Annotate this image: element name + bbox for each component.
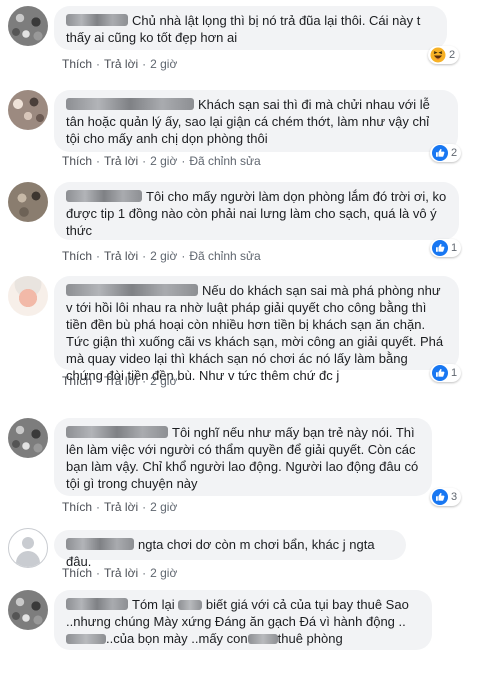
reply-link[interactable]: Trả lời <box>104 566 138 580</box>
avatar[interactable] <box>8 590 48 630</box>
comment-actions: Thích · Trả lời · 2 giờ <box>62 57 178 71</box>
comment-time[interactable]: 2 giờ <box>150 249 177 263</box>
comment-feed: Chủ nhà lật lọng thì bị nó trả đũa lại t… <box>0 0 499 674</box>
comment-item: Chủ nhà lật lọng thì bị nó trả đũa lại t… <box>0 0 499 78</box>
comment-bubble: Tôi cho mấy người làm dọn phòng lắm đó t… <box>54 182 459 240</box>
comment-time[interactable]: 2 giờ <box>150 566 177 580</box>
reaction-count: 2 <box>451 147 458 159</box>
commenter-name-redacted[interactable] <box>66 538 134 550</box>
like-icon <box>432 365 448 381</box>
comment-actions: Thích · Trả lời · 2 giờ <box>62 374 178 388</box>
reaction-badge[interactable]: 2 <box>430 144 462 162</box>
comment-time[interactable]: 2 giờ <box>150 500 177 514</box>
reply-link[interactable]: Trả lời <box>104 57 138 71</box>
avatar[interactable] <box>8 418 48 458</box>
comment-bubble: Khách sạn sai thì đi mà chửi nhau với lễ… <box>54 90 458 152</box>
avatar[interactable] <box>8 6 48 46</box>
commenter-name-redacted[interactable] <box>66 98 194 110</box>
edited-label[interactable]: Đã chỉnh sửa <box>189 249 260 263</box>
avatar[interactable] <box>8 182 48 222</box>
redacted-text <box>66 634 106 644</box>
comment-item: Tôi cho mấy người làm dọn phòng lắm đó t… <box>0 178 499 268</box>
reaction-count: 3 <box>451 491 458 503</box>
redacted-text <box>178 600 203 610</box>
comment-text-part: ..của bọn mày ..mấy con <box>106 631 248 646</box>
avatar[interactable] <box>8 90 48 130</box>
avatar[interactable] <box>8 276 48 316</box>
comment-item: Tôi nghĩ nếu như mấy bạn trẻ này nói. Th… <box>0 404 499 514</box>
commenter-name-redacted[interactable] <box>66 284 198 296</box>
like-link[interactable]: Thích <box>62 500 92 514</box>
comment-bubble: Tôi nghĩ nếu như mấy bạn trẻ này nói. Th… <box>54 418 432 496</box>
commenter-name-redacted[interactable] <box>66 426 168 438</box>
comment-text-part: thuê phòng <box>277 631 343 646</box>
comment-time[interactable]: 2 giờ <box>150 57 177 71</box>
comment-bubble: Chủ nhà lật lọng thì bị nó trả đũa lại t… <box>54 6 447 50</box>
commenter-name-redacted[interactable] <box>66 190 142 202</box>
like-link[interactable]: Thích <box>62 374 92 388</box>
commenter-name-redacted[interactable] <box>66 598 128 610</box>
like-link[interactable]: Thích <box>62 249 92 263</box>
edited-label[interactable]: Đã chỉnh sửa <box>189 154 260 168</box>
comment-actions: Thích · Trả lời · 2 giờ <box>62 500 178 514</box>
reaction-badge[interactable]: 1 <box>430 239 462 257</box>
comment-text-part: Tóm lại <box>132 597 175 612</box>
comment-actions: Thích · Trả lời · 2 giờ · Đã chỉnh sửa <box>62 249 261 263</box>
comment-bubble: ngta chơi dơ còn m chơi bẩn, khác j ngta… <box>54 530 406 569</box>
comment-time[interactable]: 2 giờ <box>150 154 177 168</box>
redacted-text <box>247 634 278 644</box>
reply-link[interactable]: Trả lời <box>104 500 138 514</box>
reply-link[interactable]: Trả lời <box>104 154 138 168</box>
avatar[interactable] <box>8 528 48 568</box>
comment-item: Khách sạn sai thì đi mà chửi nhau với lễ… <box>0 78 499 178</box>
reply-link[interactable]: Trả lời <box>104 374 138 388</box>
comment-bubble: Tóm lại biết giá với cả của tụi bay thuê… <box>54 590 432 650</box>
comment-item: Nếu do khách sạn sai mà phá phòng như v … <box>0 268 499 394</box>
like-icon <box>432 489 448 505</box>
comment-actions: Thích · Trả lời · 2 giờ · Đã chỉnh sửa <box>62 154 261 168</box>
comment-bubble: Nếu do khách sạn sai mà phá phòng như v … <box>54 276 459 383</box>
commenter-name-redacted[interactable] <box>66 14 128 26</box>
comment-text: Nếu do khách sạn sai mà phá phòng như v … <box>66 283 444 383</box>
like-link[interactable]: Thích <box>62 57 92 71</box>
reaction-badge[interactable]: 2 <box>428 46 460 64</box>
like-icon <box>432 240 448 256</box>
reaction-badge[interactable]: 1 <box>430 364 462 382</box>
comment-item: ngta chơi dơ còn m chơi bẩn, khác j ngta… <box>0 520 499 580</box>
reply-link[interactable]: Trả lời <box>104 249 138 263</box>
like-icon <box>432 145 448 161</box>
comment-actions: Thích · Trả lời · 2 giờ <box>62 566 178 580</box>
reaction-count: 2 <box>449 49 456 61</box>
reaction-badge[interactable]: 3 <box>430 488 462 506</box>
comment-item: Tóm lại biết giá với cả của tụi bay thuê… <box>0 584 499 674</box>
like-link[interactable]: Thích <box>62 154 92 168</box>
reaction-count: 1 <box>451 242 458 254</box>
reaction-count: 1 <box>451 367 458 379</box>
haha-icon <box>430 47 446 63</box>
like-link[interactable]: Thích <box>62 566 92 580</box>
comment-time[interactable]: 2 giờ <box>150 374 177 388</box>
